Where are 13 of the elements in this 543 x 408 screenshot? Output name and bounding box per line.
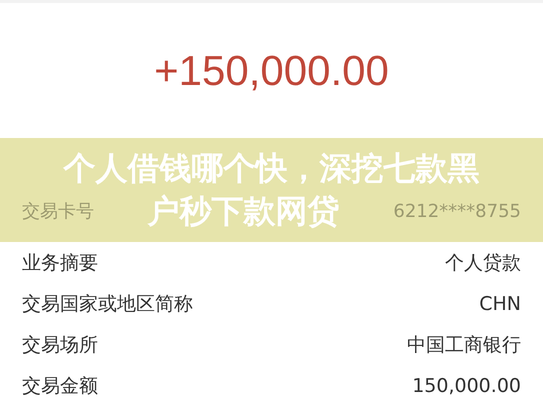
detail-label: 交易国家或地区简称: [22, 292, 193, 316]
detail-value: 150,000.00: [412, 374, 521, 396]
detail-label: 交易场所: [22, 332, 98, 358]
detail-label: 业务摘要: [22, 250, 98, 276]
transaction-amount: +150,000.00: [154, 46, 389, 94]
banner-title: 个人借钱哪个快，深挖七款黑: [62, 150, 480, 187]
detail-value: 个人贷款: [445, 250, 521, 276]
detail-label: 交易卡号: [22, 200, 94, 224]
detail-value: CHN: [479, 292, 521, 314]
detail-value: 中国工商银行: [407, 332, 521, 358]
banner-title: 户秒下款网贷: [148, 193, 340, 230]
detail-value: 6212****8755: [393, 200, 521, 222]
detail-label: 交易金额: [22, 374, 98, 398]
